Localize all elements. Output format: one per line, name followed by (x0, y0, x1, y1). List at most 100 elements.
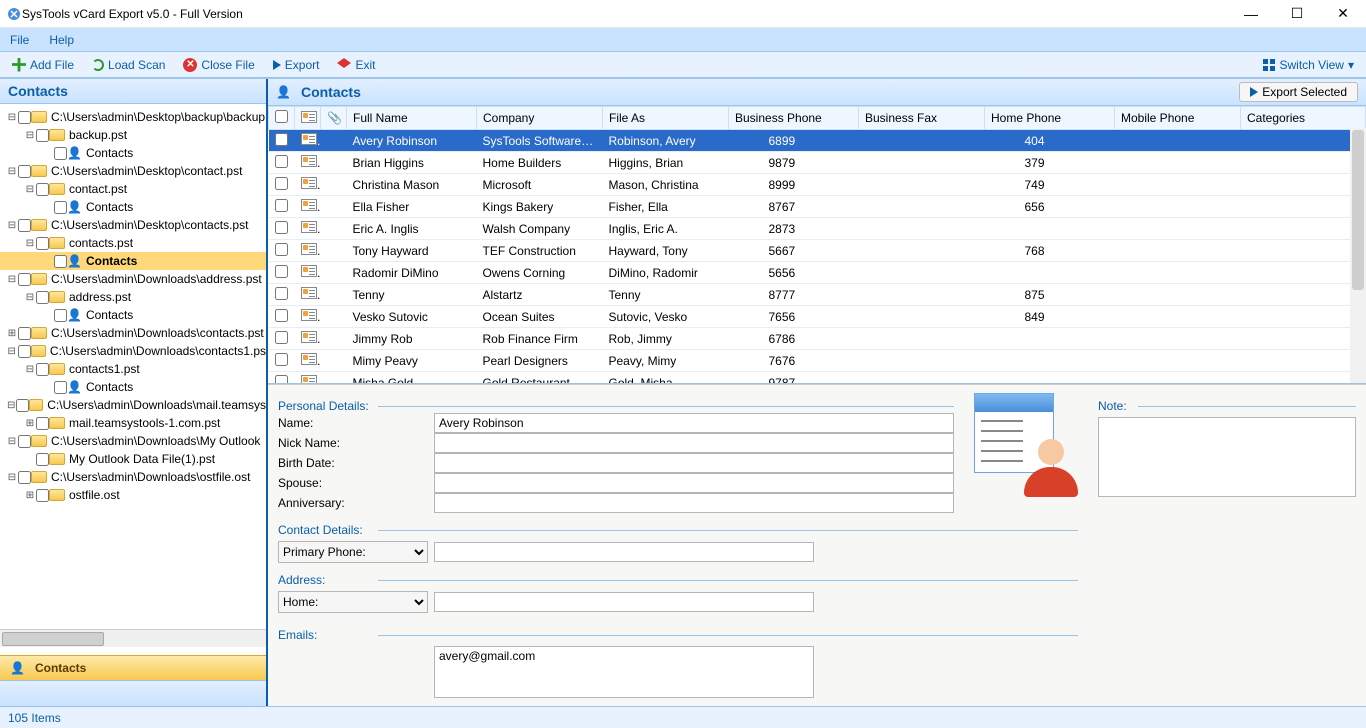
minimize-button[interactable]: — (1228, 0, 1274, 28)
expander-icon[interactable]: ⊞ (6, 328, 18, 339)
row-checkbox[interactable] (275, 221, 288, 234)
select-all-checkbox[interactable] (275, 110, 288, 123)
expander-icon[interactable]: ⊟ (24, 130, 36, 141)
expander-icon[interactable]: ⊟ (6, 400, 16, 411)
column-header[interactable]: Home Phone (985, 107, 1115, 130)
tree-item[interactable]: ⊟C:\Users\admin\Downloads\mail.teamsys (0, 396, 266, 414)
tree-item[interactable]: ⊟contacts.pst (0, 234, 266, 252)
tree-checkbox[interactable] (18, 165, 31, 178)
tree-item[interactable]: My Outlook Data File(1).pst (0, 450, 266, 468)
row-checkbox[interactable] (275, 155, 288, 168)
contacts-table[interactable]: 📎Full NameCompanyFile AsBusiness PhoneBu… (268, 106, 1366, 384)
tree-item[interactable]: ⊟address.pst (0, 288, 266, 306)
tree-checkbox[interactable] (18, 327, 31, 340)
expander-icon[interactable]: ⊞ (24, 418, 36, 429)
menu-file[interactable]: File (10, 33, 29, 47)
tree-checkbox[interactable] (36, 417, 49, 430)
table-row[interactable]: Christina MasonMicrosoftMason, Christina… (269, 174, 1366, 196)
tree-item[interactable]: ⊟contact.pst (0, 180, 266, 198)
horizontal-scrollbar[interactable] (0, 629, 266, 647)
expander-icon[interactable]: ⊟ (6, 166, 18, 177)
expander-icon[interactable]: ⊟ (6, 472, 18, 483)
table-row[interactable]: TennyAlstartzTenny8777875 (269, 284, 1366, 306)
tree-checkbox[interactable] (54, 255, 67, 268)
column-header[interactable]: File As (603, 107, 729, 130)
table-row[interactable]: Misha GoldGold RestaurantGold, Misha9787 (269, 372, 1366, 385)
table-row[interactable]: Ella FisherKings BakeryFisher, Ella87676… (269, 196, 1366, 218)
column-header[interactable]: Business Fax (859, 107, 985, 130)
tree-item[interactable]: ⊟C:\Users\admin\Downloads\address.pst (0, 270, 266, 288)
tree-item[interactable]: ⊟C:\Users\admin\Downloads\contacts1.ps (0, 342, 266, 360)
vertical-scrollbar[interactable] (1350, 128, 1366, 383)
table-row[interactable]: Tony HaywardTEF ConstructionHayward, Ton… (269, 240, 1366, 262)
table-row[interactable]: Eric A. InglisWalsh CompanyInglis, Eric … (269, 218, 1366, 240)
tree-item[interactable]: 👤Contacts (0, 378, 266, 396)
tree-checkbox[interactable] (18, 111, 31, 124)
tree-item[interactable]: ⊟C:\Users\admin\Downloads\ostfile.ost (0, 468, 266, 486)
expander-icon[interactable]: ⊟ (6, 220, 18, 231)
tree-checkbox[interactable] (18, 219, 31, 232)
folder-tree[interactable]: ⊟C:\Users\admin\Desktop\backup\backup⊟ba… (0, 104, 266, 629)
email-field[interactable]: avery@gmail.com (434, 646, 814, 698)
menu-help[interactable]: Help (49, 33, 74, 47)
column-header[interactable]: Categories (1241, 107, 1366, 130)
tree-checkbox[interactable] (36, 453, 49, 466)
tree-item[interactable]: ⊟C:\Users\admin\Desktop\contacts.pst (0, 216, 266, 234)
column-header[interactable]: Company (477, 107, 603, 130)
row-checkbox[interactable] (275, 133, 288, 146)
tree-item[interactable]: ⊟C:\Users\admin\Downloads\My Outlook (0, 432, 266, 450)
tree-item[interactable]: ⊟C:\Users\admin\Desktop\contact.pst (0, 162, 266, 180)
tree-item[interactable]: ⊟contacts1.pst (0, 360, 266, 378)
birth-date-field[interactable] (434, 453, 954, 473)
tree-item[interactable]: ⊞ostfile.ost (0, 486, 266, 504)
tree-checkbox[interactable] (18, 345, 31, 358)
address-type-select[interactable]: Home: (278, 591, 428, 613)
export-selected-button[interactable]: Export Selected (1239, 82, 1358, 102)
tree-checkbox[interactable] (18, 273, 31, 286)
spouse-field[interactable] (434, 473, 954, 493)
tree-checkbox[interactable] (36, 291, 49, 304)
tree-item[interactable]: ⊟backup.pst (0, 126, 266, 144)
expander-icon[interactable]: ⊟ (24, 292, 36, 303)
tree-item[interactable]: ⊞C:\Users\admin\Downloads\contacts.pst (0, 324, 266, 342)
tree-checkbox[interactable] (54, 381, 67, 394)
expander-icon[interactable]: ⊟ (6, 436, 18, 447)
table-row[interactable]: Brian HigginsHome BuildersHiggins, Brian… (269, 152, 1366, 174)
table-row[interactable]: Jimmy RobRob Finance FirmRob, Jimmy6786 (269, 328, 1366, 350)
primary-phone-select[interactable]: Primary Phone: (278, 541, 428, 563)
switch-view-button[interactable]: Switch View ▾ (1257, 56, 1360, 74)
tree-checkbox[interactable] (36, 237, 49, 250)
tree-checkbox[interactable] (54, 309, 67, 322)
table-row[interactable]: Mimy PeavyPearl DesignersPeavy, Mimy7676 (269, 350, 1366, 372)
tree-item[interactable]: 👤Contacts (0, 198, 266, 216)
name-field[interactable] (434, 413, 954, 433)
row-checkbox[interactable] (275, 243, 288, 256)
maximize-button[interactable]: ☐ (1274, 0, 1320, 28)
tree-item[interactable]: 👤Contacts (0, 144, 266, 162)
table-row[interactable]: Radomir DiMinoOwens CorningDiMino, Radom… (269, 262, 1366, 284)
tree-item[interactable]: ⊞mail.teamsystools-1.com.pst (0, 414, 266, 432)
address-field[interactable] (434, 592, 814, 612)
exit-button[interactable]: Exit (331, 56, 381, 74)
tree-checkbox[interactable] (18, 471, 31, 484)
expander-icon[interactable]: ⊟ (24, 238, 36, 249)
column-header[interactable]: Business Phone (729, 107, 859, 130)
add-file-button[interactable]: Add File (6, 56, 80, 74)
expander-icon[interactable]: ⊟ (6, 274, 18, 285)
expander-icon[interactable]: ⊞ (24, 490, 36, 501)
expander-icon[interactable]: ⊟ (24, 364, 36, 375)
tree-checkbox[interactable] (36, 489, 49, 502)
table-row[interactable]: Vesko SutovicOcean SuitesSutovic, Vesko7… (269, 306, 1366, 328)
close-window-button[interactable]: ✕ (1320, 0, 1366, 28)
table-row[interactable]: Avery RobinsonSysTools Software Pvt...Ro… (269, 130, 1366, 152)
column-header[interactable] (269, 107, 295, 130)
row-checkbox[interactable] (275, 353, 288, 366)
tree-checkbox[interactable] (54, 147, 67, 160)
primary-phone-field[interactable] (434, 542, 814, 562)
row-checkbox[interactable] (275, 287, 288, 300)
expander-icon[interactable]: ⊟ (24, 184, 36, 195)
expander-icon[interactable]: ⊟ (6, 112, 18, 123)
row-checkbox[interactable] (275, 375, 288, 385)
expander-icon[interactable]: ⊟ (6, 346, 18, 357)
tree-checkbox[interactable] (36, 183, 49, 196)
